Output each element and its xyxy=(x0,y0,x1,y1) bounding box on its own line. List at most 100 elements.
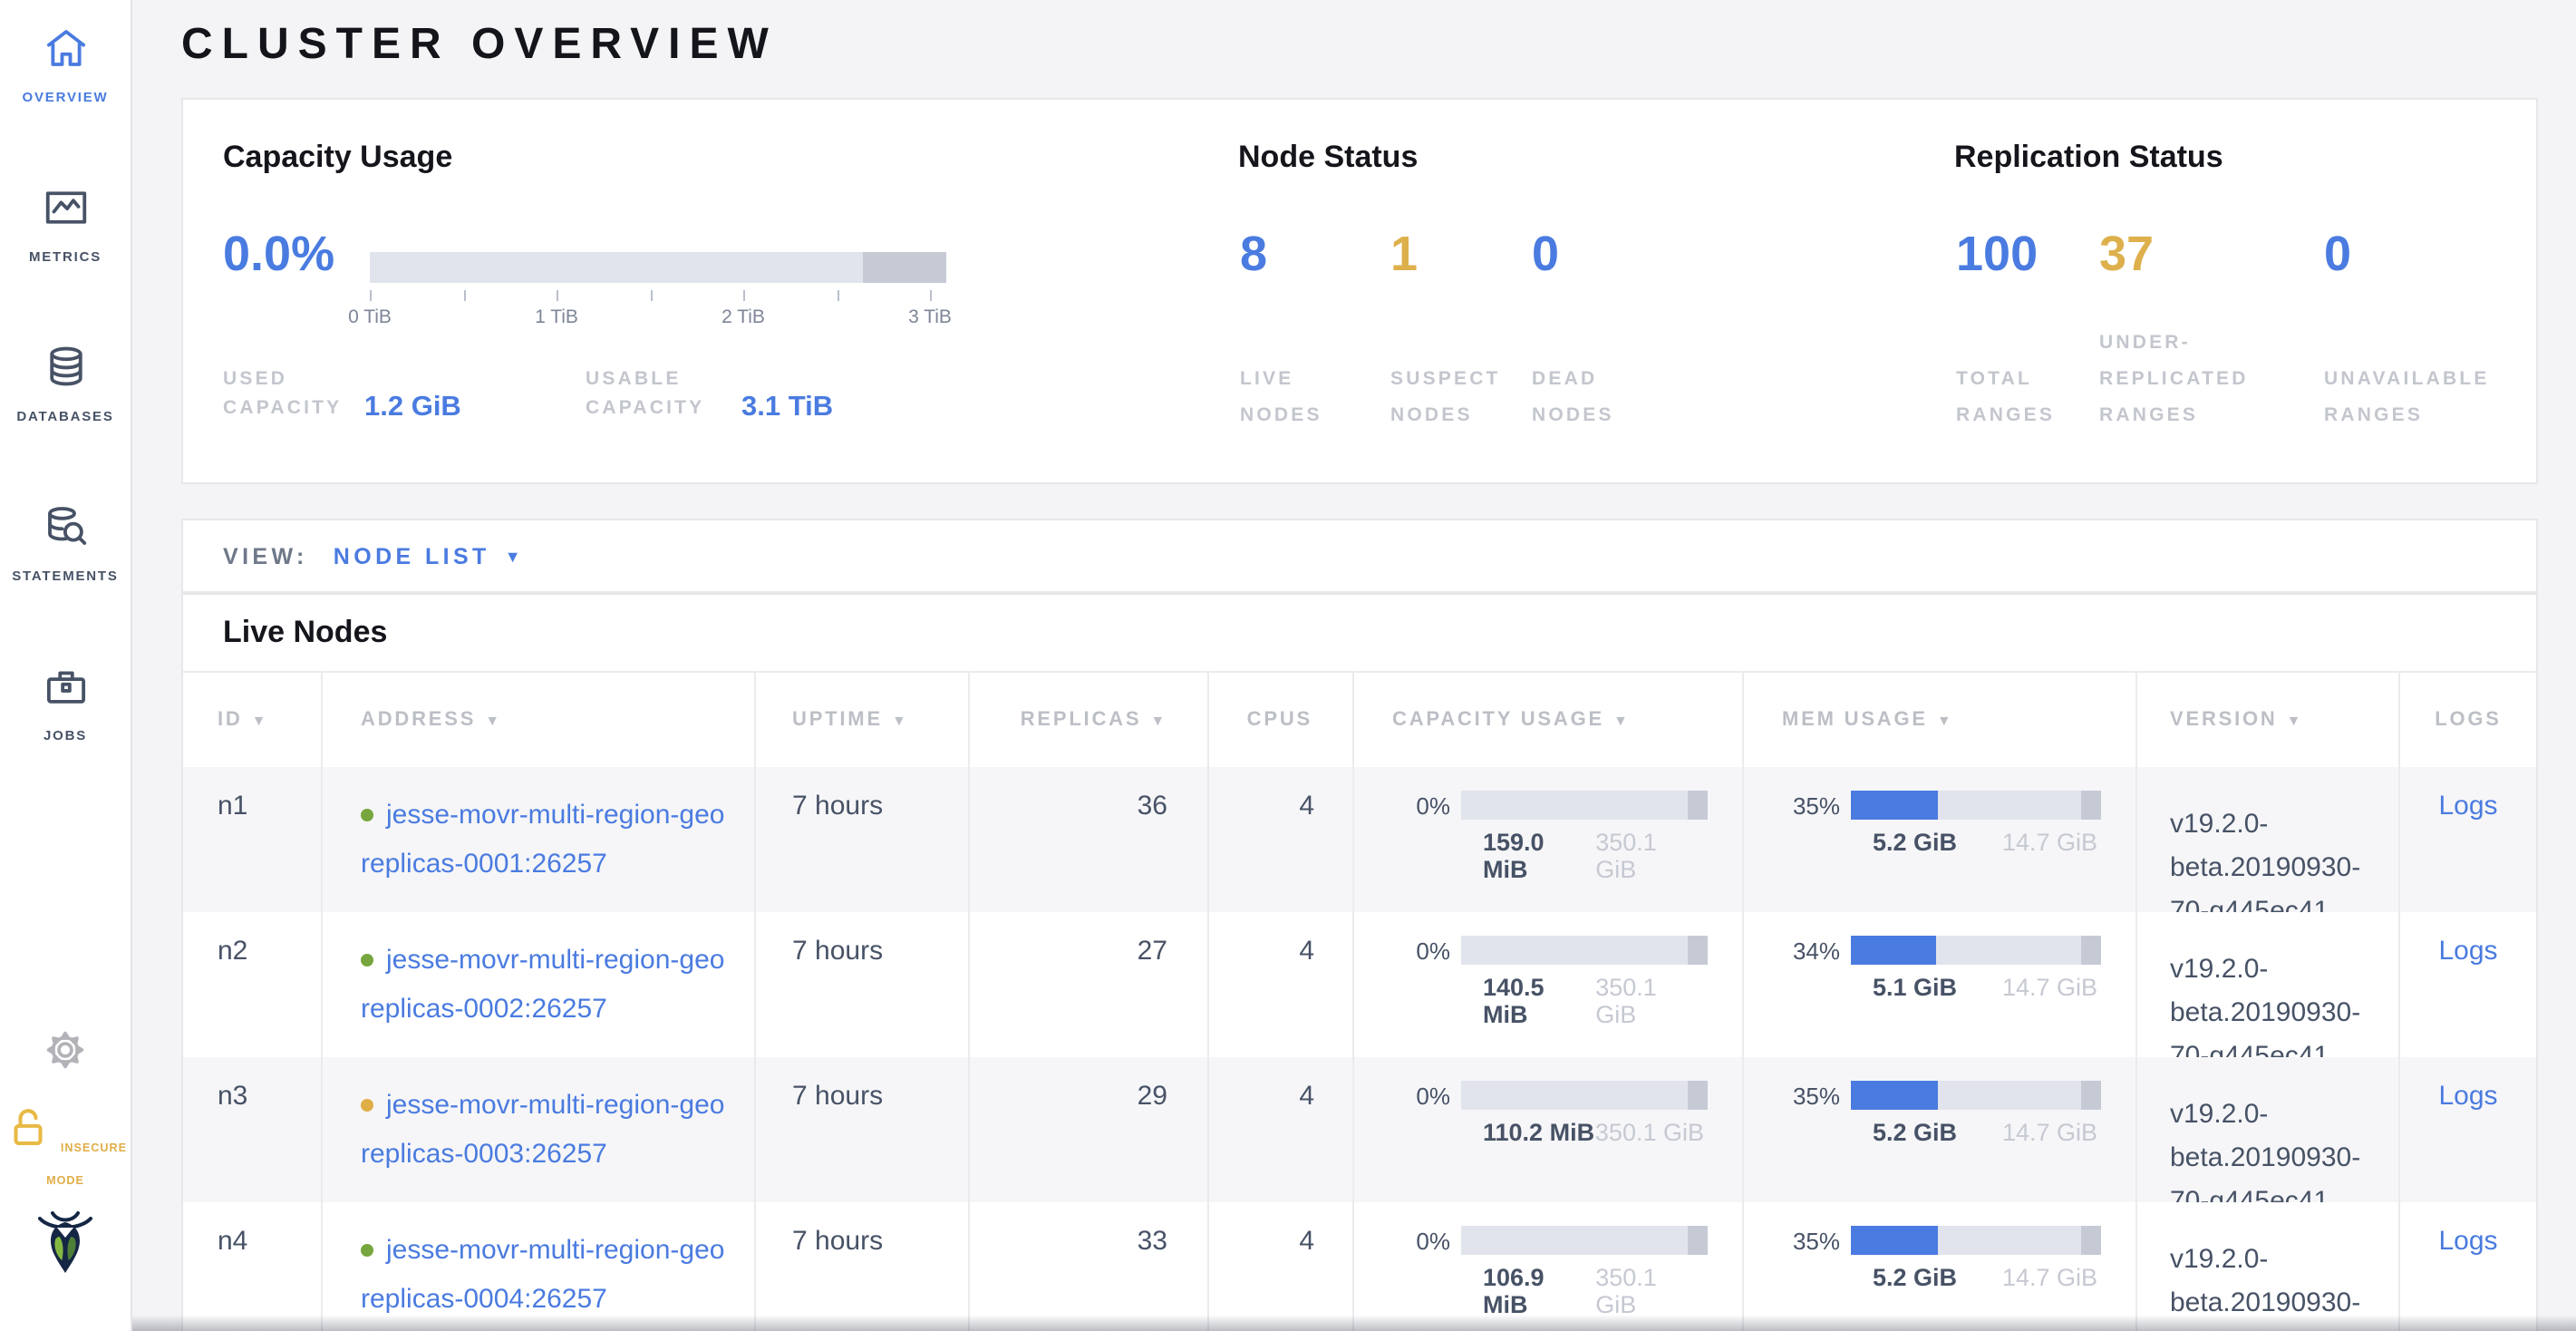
node-capacity-usage: 0% 159.0 MiB 350.1 GiB xyxy=(1354,767,1744,912)
node-capacity-usage: 0% 110.2 MiB 350.1 GiB xyxy=(1354,1057,1744,1202)
cockroachdb-bug-logo xyxy=(0,1208,131,1289)
capacity-bar-reserved-segment xyxy=(1688,1081,1708,1110)
table-row: n4 jesse-movr-multi-region-geo replicas-… xyxy=(183,1202,2536,1331)
live-nodes-title: Live Nodes xyxy=(223,615,387,651)
sidebar-item-label: DATABASES xyxy=(0,408,131,424)
node-cpus: 4 xyxy=(1209,767,1354,912)
mem-bar-reserved-segment xyxy=(2081,936,2101,965)
capacity-bar-reserved-segment xyxy=(1688,1226,1708,1255)
node-uptime: 7 hours xyxy=(756,767,970,912)
view-selector-dropdown[interactable]: NODE LIST ▼ xyxy=(334,543,521,568)
total-ranges-stat: 100 TOTAL RANGES xyxy=(1956,209,2038,441)
logs-link[interactable]: Logs xyxy=(2438,791,2497,821)
usable-capacity-stat: USABLE CAPACITY 3.1 TiB xyxy=(586,364,833,423)
node-mem-usage: 34% 5.1 GiB 14.7 GiB xyxy=(1744,912,2137,1057)
node-cpus: 4 xyxy=(1209,1057,1354,1202)
capacity-used-value: 106.9 MiB xyxy=(1483,1264,1595,1318)
capacity-bar xyxy=(1461,1081,1708,1110)
node-address-cell: jesse-movr-multi-region-geo replicas-000… xyxy=(323,1202,756,1331)
column-header-mem-usage[interactable]: MEM USAGE▼ xyxy=(1744,673,2137,767)
table-row: n1 jesse-movr-multi-region-geo replicas-… xyxy=(183,767,2536,912)
capacity-used-value: 140.5 MiB xyxy=(1483,974,1595,1028)
logs-link[interactable]: Logs xyxy=(2438,1226,2497,1257)
sidebar-item-label: JOBS xyxy=(0,727,131,743)
node-capacity-usage: 0% 140.5 MiB 350.1 GiB xyxy=(1354,912,1744,1057)
sort-arrow-icon: ▼ xyxy=(1937,713,1954,729)
table-header-row: ID▼ ADDRESS▼ UPTIME▼ REPLICAS▼ CPUS CAPA… xyxy=(183,671,2536,767)
node-replicas: 27 xyxy=(970,912,1209,1057)
capacity-percent-label: 0% xyxy=(1392,937,1450,964)
node-version: v19.2.0- beta.20190930- 70-g445ec41 xyxy=(2137,1057,2400,1202)
node-address-link[interactable]: jesse-movr-multi-region-geo replicas-000… xyxy=(361,1081,736,1179)
settings-button[interactable] xyxy=(0,1026,131,1083)
column-header-capacity-usage[interactable]: CAPACITY USAGE▼ xyxy=(1354,673,1744,767)
node-address-cell: jesse-movr-multi-region-geo replicas-000… xyxy=(323,912,756,1057)
used-capacity-label: USED CAPACITY xyxy=(223,364,353,423)
sidebar-item-overview[interactable]: OVERVIEW xyxy=(0,24,131,105)
node-replicas: 29 xyxy=(970,1057,1209,1202)
capacity-usage-title: Capacity Usage xyxy=(223,140,452,176)
mem-bar xyxy=(1851,1226,2101,1255)
table-body: n1 jesse-movr-multi-region-geo replicas-… xyxy=(183,767,2536,1331)
logs-link[interactable]: Logs xyxy=(2438,936,2497,967)
node-version: v19.2.0- beta.20190930- 70-g445ec41 xyxy=(2137,912,2400,1057)
used-capacity-value: 1.2 GiB xyxy=(364,392,461,424)
usable-capacity-value: 3.1 TiB xyxy=(741,392,833,424)
mem-bar-fill xyxy=(1851,936,1936,965)
capacity-used-value: 159.0 MiB xyxy=(1483,829,1595,883)
capacity-axis: 0 TiB 1 TiB 2 TiB 3 TiB xyxy=(370,290,946,337)
sort-arrow-icon: ▼ xyxy=(892,713,909,729)
mem-used-value: 5.2 GiB xyxy=(1873,829,1957,856)
under-replicated-ranges-value: 37 xyxy=(2099,227,2154,283)
axis-tick-label: 3 TiB xyxy=(908,306,952,328)
node-id: n4 xyxy=(183,1202,323,1331)
node-replicas: 33 xyxy=(970,1202,1209,1331)
unavailable-ranges-stat: 0 UNAVAILABLE RANGES xyxy=(2324,209,2351,441)
node-address-link[interactable]: jesse-movr-multi-region-geo replicas-000… xyxy=(361,1226,736,1324)
sidebar-item-databases[interactable]: DATABASES xyxy=(0,343,131,424)
mem-used-value: 5.1 GiB xyxy=(1873,974,1957,1001)
node-version: v19.2.0- beta.20190930- 70-g445ec41 xyxy=(2137,1202,2400,1331)
mem-bar-reserved-segment xyxy=(2081,1081,2101,1110)
node-uptime: 7 hours xyxy=(756,1202,970,1331)
sidebar-item-statements[interactable]: STATEMENTS xyxy=(0,502,131,584)
column-header-version[interactable]: VERSION▼ xyxy=(2137,673,2400,767)
mem-total-value: 14.7 GiB xyxy=(2002,974,2097,1001)
live-nodes-table: ID▼ ADDRESS▼ UPTIME▼ REPLICAS▼ CPUS CAPA… xyxy=(183,671,2536,1331)
sort-arrow-icon: ▼ xyxy=(252,713,269,729)
database-icon xyxy=(41,343,90,401)
axis-tick-label: 0 TiB xyxy=(348,306,392,328)
capacity-percent-label: 0% xyxy=(1392,1227,1450,1254)
replication-status-title: Replication Status xyxy=(1954,140,2223,176)
column-header-replicas[interactable]: REPLICAS▼ xyxy=(970,673,1209,767)
sidebar-item-jobs[interactable]: JOBS xyxy=(0,662,131,743)
sidebar-item-metrics[interactable]: METRICS xyxy=(0,183,131,265)
insecure-mode-indicator[interactable]: INSECURE MODE xyxy=(0,1103,131,1193)
mem-bar-fill xyxy=(1851,791,1939,820)
column-header-uptime[interactable]: UPTIME▼ xyxy=(756,673,970,767)
under-replicated-ranges-stat: 37 UNDER-REPLICATED RANGES xyxy=(2099,209,2154,441)
capacity-bar-reserved-segment xyxy=(863,252,946,283)
column-header-id[interactable]: ID▼ xyxy=(183,673,323,767)
node-status-title: Node Status xyxy=(1238,140,1418,176)
mem-total-value: 14.7 GiB xyxy=(2002,1119,2097,1146)
logs-link[interactable]: Logs xyxy=(2438,1081,2497,1112)
node-address-link[interactable]: jesse-movr-multi-region-geo replicas-000… xyxy=(361,936,736,1034)
live-nodes-value: 8 xyxy=(1240,227,1267,283)
mem-used-value: 5.2 GiB xyxy=(1873,1264,1957,1291)
column-header-address[interactable]: ADDRESS▼ xyxy=(323,673,756,767)
node-uptime: 7 hours xyxy=(756,912,970,1057)
live-nodes-stat: 8 LIVE NODES xyxy=(1240,209,1267,441)
chevron-down-icon: ▼ xyxy=(505,547,521,565)
suspect-nodes-stat: 1 SUSPECT NODES xyxy=(1390,209,1418,441)
database-magnifier-icon xyxy=(41,502,90,560)
mem-bar xyxy=(1851,791,2101,820)
node-logs-cell: Logs xyxy=(2400,912,2536,1057)
mem-bar-fill xyxy=(1851,1226,1939,1255)
sort-arrow-icon: ▼ xyxy=(1613,713,1631,729)
node-address-link[interactable]: jesse-movr-multi-region-geo replicas-000… xyxy=(361,791,736,889)
node-status-dot xyxy=(361,954,373,967)
column-header-logs: LOGS xyxy=(2400,673,2536,767)
capacity-bar xyxy=(1461,1226,1708,1255)
node-replicas: 36 xyxy=(970,767,1209,912)
